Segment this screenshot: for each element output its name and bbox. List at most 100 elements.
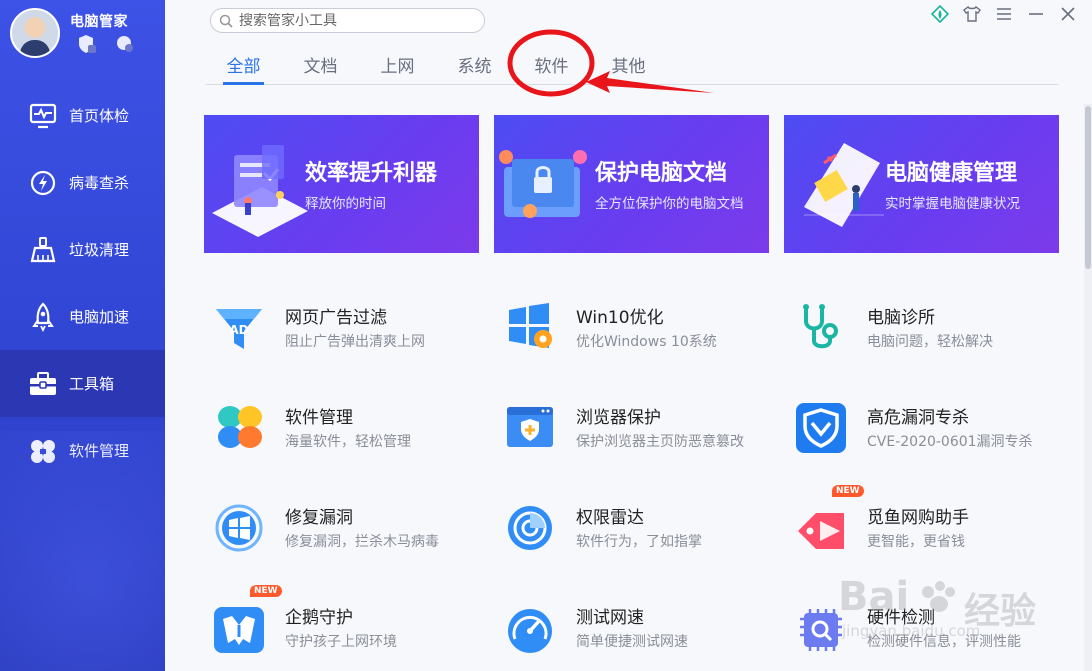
tool-speed-test[interactable]: 测试网速 简单便捷测试网速 (505, 593, 775, 665)
chip-search-icon (800, 609, 842, 651)
avatar[interactable] (10, 8, 60, 58)
banner-health[interactable]: 电脑健康管理 实时掌握电脑健康状况 (784, 115, 1059, 253)
clover-apps-icon (28, 436, 58, 466)
sidebar-item-label: 工具箱 (69, 375, 115, 393)
broom-icon (28, 235, 58, 265)
tool-description: 阻止广告弹出清爽上网 (285, 334, 425, 350)
app-window: 电脑管家 首页体检 病毒查杀 垃圾清理 电脑加速 工具箱 软件管理 搜索管家小工… (0, 0, 1092, 671)
tool-name: 电脑诊所 (867, 308, 935, 328)
scrollbar-thumb[interactable] (1085, 106, 1091, 269)
sidebar-item-speedup[interactable]: 电脑加速 (0, 283, 165, 350)
tool-name: 觅鱼网购助手 (867, 508, 969, 528)
banner-subtitle: 实时掌握电脑健康状况 (885, 196, 1020, 212)
rocket-icon (28, 301, 58, 332)
app-name: 电脑管家 (70, 14, 128, 30)
stethoscope-icon (803, 304, 838, 349)
ad-filter-funnel-icon: AD (216, 309, 262, 349)
tool-description: 海量软件，轻松管理 (285, 434, 411, 450)
tool-description: 电脑问题，轻松解决 (867, 334, 993, 350)
skin-shirt-icon[interactable] (962, 4, 982, 24)
shield-check-icon (796, 403, 846, 453)
tool-name: 浏览器保护 (576, 408, 661, 428)
annotation-arrow (586, 71, 714, 93)
tool-description: 检测硬件信息，评测性能 (867, 634, 1021, 650)
tool-penguin-guard[interactable]: NEW 企鹅守护 守护孩子上网环境 (214, 585, 484, 665)
sidebar-item-label: 垃圾清理 (69, 241, 130, 259)
tool-name: 软件管理 (285, 408, 353, 428)
speedometer-icon (508, 609, 552, 653)
sidebar-item-label: 电脑加速 (69, 308, 130, 326)
new-badge: NEW (250, 585, 282, 597)
tool-description: 守护孩子上网环境 (285, 634, 397, 650)
sidebar-item-label: 首页体检 (69, 107, 130, 125)
tool-name: 修复漏洞 (285, 508, 353, 528)
health-report-illustration-icon (804, 143, 884, 227)
banner-title: 电脑健康管理 (885, 161, 1018, 186)
lightning-shield-icon (28, 168, 58, 198)
tool-name: 企鹅守护 (285, 608, 353, 628)
sidebar-item-label: 软件管理 (69, 442, 130, 460)
tool-vulnerability-kill[interactable]: 高危漏洞专杀 CVE-2020-0601漏洞专杀 (796, 393, 1066, 465)
search-box[interactable] (210, 8, 485, 33)
browser-shield-icon (507, 407, 553, 447)
tool-name: 权限雷达 (576, 508, 644, 528)
tool-pc-clinic[interactable]: 电脑诊所 电脑问题，轻松解决 (796, 293, 1066, 365)
new-badge: NEW (832, 485, 864, 497)
tool-name: 网页广告过滤 (285, 308, 387, 328)
tool-shopping-assistant[interactable]: NEW 觅鱼网购助手 更智能，更省钱 (796, 485, 1066, 565)
tool-description: 优化Windows 10系统 (576, 334, 717, 350)
shield-badge-icon[interactable] (76, 33, 98, 55)
sidebar-item-software[interactable]: 软件管理 (0, 417, 165, 484)
tab-documents[interactable]: 文档 (282, 48, 359, 84)
sidebar-nav: 首页体检 病毒查杀 垃圾清理 电脑加速 工具箱 软件管理 (0, 82, 165, 484)
svg-text:AD: AD (229, 323, 248, 337)
tool-software-manager[interactable]: 软件管理 海量软件，轻松管理 (214, 393, 484, 465)
tool-permission-radar[interactable]: 权限雷达 软件行为，了如指掌 (505, 493, 775, 565)
banner-subtitle: 全方位保护你的电脑文档 (595, 196, 744, 212)
minimize-icon[interactable] (1026, 4, 1046, 24)
search-icon (219, 14, 233, 28)
tool-description: CVE-2020-0601漏洞专杀 (867, 434, 1033, 450)
banner-efficiency[interactable]: 效率提升利器 释放你的时间 (204, 115, 479, 253)
banner-document-protect[interactable]: 保护电脑文档 全方位保护你的电脑文档 (494, 115, 769, 253)
windows-gear-icon (509, 303, 552, 348)
profile-area: 电脑管家 (8, 6, 163, 62)
banner-title: 效率提升利器 (305, 161, 438, 186)
window-controls (930, 4, 1078, 24)
menu-icon[interactable] (994, 4, 1014, 24)
tool-fix-vulnerability[interactable]: 修复漏洞 修复漏洞，拦杀木马病毒 (214, 493, 484, 565)
sidebar-item-toolbox[interactable]: 工具箱 (0, 350, 165, 417)
tool-browser-protect[interactable]: 浏览器保护 保护浏览器主页防恶意篡改 (505, 393, 775, 465)
tool-description: 更智能，更省钱 (867, 534, 965, 550)
globe-badge-icon[interactable] (114, 33, 136, 55)
tool-name: 高危漏洞专杀 (867, 408, 969, 428)
tool-hardware-check[interactable]: 硬件检测 检测硬件信息，评测性能 (796, 593, 1066, 665)
tab-all[interactable]: 全部 (205, 48, 282, 85)
tool-name: Win10优化 (576, 308, 664, 328)
tool-ad-filter[interactable]: AD 网页广告过滤 阻止广告弹出清爽上网 (214, 293, 484, 365)
sidebar-item-cleanup[interactable]: 垃圾清理 (0, 216, 165, 283)
sidebar-item-checkup[interactable]: 首页体检 (0, 82, 165, 149)
radar-icon (508, 506, 552, 550)
windows-repair-icon (215, 504, 263, 552)
sidebar-item-label: 病毒查杀 (69, 174, 130, 192)
tab-system[interactable]: 系统 (436, 48, 513, 84)
banner-subtitle: 释放你的时间 (305, 196, 386, 212)
sidebar: 电脑管家 首页体检 病毒查杀 垃圾清理 电脑加速 工具箱 软件管理 (0, 0, 165, 671)
close-icon[interactable] (1058, 4, 1078, 24)
tool-description: 软件行为，了如指掌 (576, 534, 702, 550)
document-lock-illustration-icon (499, 150, 587, 218)
leaf-diamond-icon[interactable] (930, 4, 950, 24)
efficiency-illustration-icon (212, 145, 308, 237)
clover-apps-icon (218, 406, 262, 448)
tool-description: 简单便捷测试网速 (576, 634, 688, 650)
tab-internet[interactable]: 上网 (359, 48, 436, 84)
tool-description: 保护浏览器主页防恶意篡改 (576, 434, 744, 450)
tool-name: 测试网速 (576, 608, 644, 628)
tool-win10-optimize[interactable]: Win10优化 优化Windows 10系统 (505, 293, 775, 365)
penguin-guard-icon (214, 607, 264, 653)
search-input[interactable] (239, 12, 469, 29)
price-tag-icon (798, 513, 844, 549)
sidebar-item-virus-scan[interactable]: 病毒查杀 (0, 149, 165, 216)
monitor-pulse-icon (28, 101, 58, 131)
